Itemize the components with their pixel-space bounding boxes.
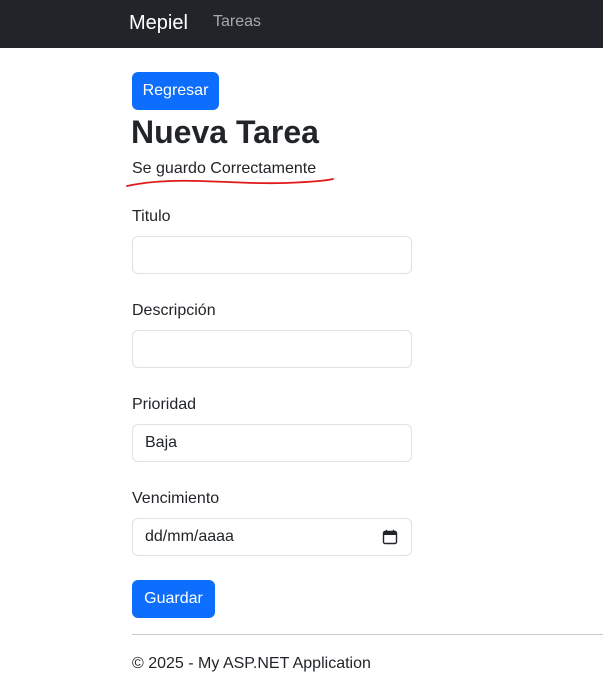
prioridad-label: Prioridad: [132, 396, 197, 413]
save-button[interactable]: Guardar: [132, 580, 215, 618]
back-button[interactable]: Regresar: [132, 72, 219, 110]
nav-link-tareas[interactable]: Tareas: [213, 12, 261, 32]
red-underline-annotation: [126, 178, 334, 187]
titulo-input[interactable]: [132, 236, 412, 274]
vencimiento-label: Vencimiento: [132, 490, 220, 507]
calendar-icon[interactable]: [382, 529, 398, 545]
descripcion-label: Descripción: [132, 302, 216, 319]
vencimiento-date-input[interactable]: dd/mm/aaaa: [132, 518, 412, 556]
descripcion-input[interactable]: [132, 330, 412, 368]
prioridad-input[interactable]: Baja: [132, 424, 412, 462]
titulo-label: Titulo: [132, 208, 171, 225]
page-title: Nueva Tarea: [131, 114, 319, 150]
vencimiento-placeholder: dd/mm/aaaa: [145, 528, 234, 545]
footer-divider: [132, 634, 603, 635]
prioridad-value: Baja: [145, 434, 178, 451]
navbar-brand[interactable]: Mepiel: [129, 11, 188, 35]
footer-text: © 2025 - My ASP.NET Application: [132, 655, 371, 672]
top-navbar: Mepiel Tareas: [0, 0, 603, 48]
